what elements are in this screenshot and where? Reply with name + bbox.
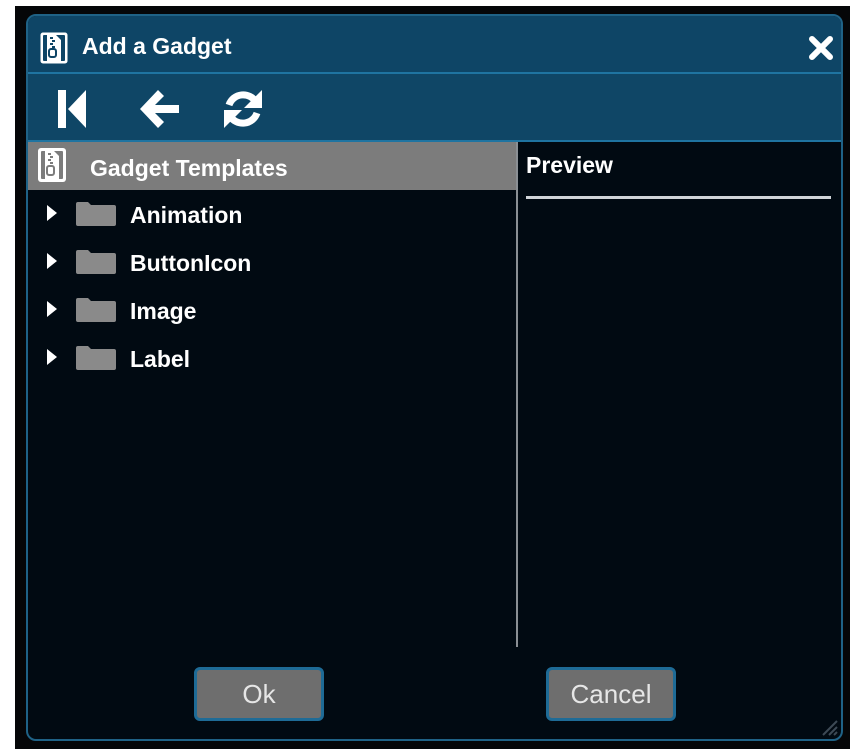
close-icon[interactable] <box>807 34 835 62</box>
tree-item-label: Label <box>130 346 191 372</box>
tree-item-label[interactable]: Label <box>28 334 516 382</box>
tree-item-animation[interactable]: Animation <box>28 190 516 238</box>
expand-arrow-icon[interactable] <box>46 300 58 318</box>
expand-arrow-icon[interactable] <box>46 252 58 270</box>
expand-arrow-icon[interactable] <box>46 348 58 366</box>
folder-icon <box>76 346 116 370</box>
templates-header[interactable]: Gadget Templates <box>28 142 516 190</box>
arrow-left-icon[interactable] <box>136 86 182 132</box>
add-gadget-dialog: Add a Gadget Gadget Templates Animation … <box>26 14 843 741</box>
templates-header-label: Gadget Templates <box>90 155 288 181</box>
gadget-zip-icon <box>39 31 69 65</box>
gadget-zip-icon <box>38 148 66 182</box>
tree-item-label: Image <box>130 298 197 324</box>
preview-divider <box>526 196 831 199</box>
title-bar[interactable]: Add a Gadget <box>28 16 841 74</box>
expand-arrow-icon[interactable] <box>46 204 58 222</box>
folder-icon <box>76 298 116 322</box>
tree-item-image[interactable]: Image <box>28 286 516 334</box>
templates-pane: Gadget Templates Animation ButtonIcon Im… <box>28 142 518 647</box>
templates-tree: Animation ButtonIcon Image Label <box>28 190 516 382</box>
cancel-button[interactable]: Cancel <box>546 667 676 721</box>
resize-grip-icon[interactable] <box>817 715 839 737</box>
ok-button[interactable]: Ok <box>194 667 324 721</box>
tree-item-buttonicon[interactable]: ButtonIcon <box>28 238 516 286</box>
skip-to-start-icon[interactable] <box>56 86 88 132</box>
tree-item-label: Animation <box>130 202 243 228</box>
tree-item-label: ButtonIcon <box>130 250 252 276</box>
refresh-icon[interactable] <box>220 86 266 132</box>
folder-icon <box>76 202 116 226</box>
preview-pane: Preview <box>518 142 841 647</box>
dialog-title: Add a Gadget <box>82 33 232 59</box>
folder-icon <box>76 250 116 274</box>
preview-label: Preview <box>526 152 613 178</box>
toolbar <box>28 74 841 142</box>
